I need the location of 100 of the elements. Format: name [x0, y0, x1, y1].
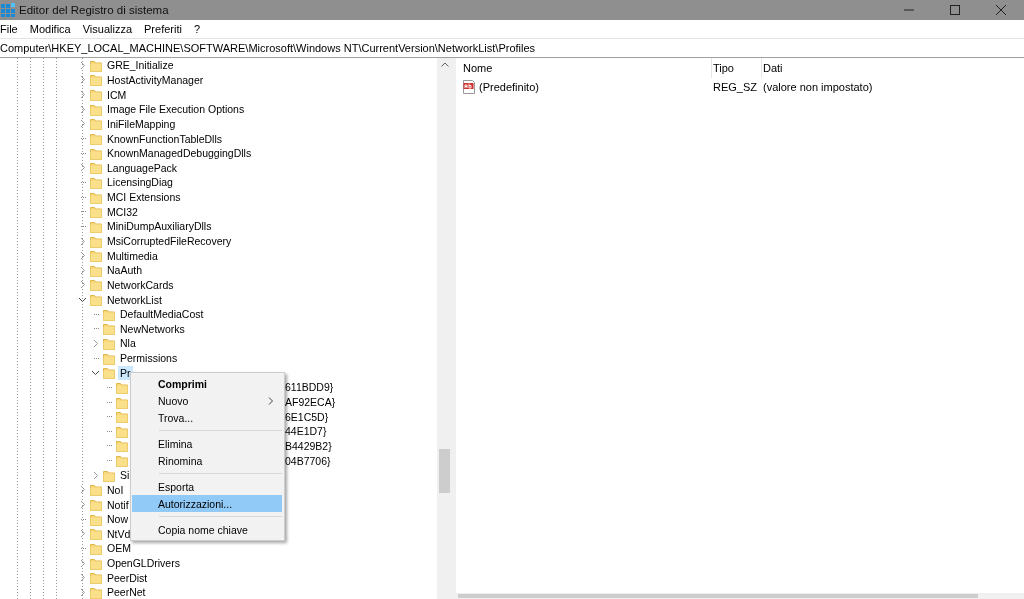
tree-item[interactable]: 611BDD9}	[283, 380, 336, 395]
folder-icon	[103, 337, 115, 350]
address-field[interactable]: Computer\HKEY_LOCAL_MACHINE\SOFTWARE\Microsoft\Windows NT\CurrentVersion\NetworkList\Profiles	[0, 39, 1024, 57]
tree-item[interactable]: Notif	[105, 497, 131, 512]
folder-icon	[90, 527, 102, 541]
folder-icon	[90, 249, 102, 263]
maximize-icon[interactable]	[950, 5, 960, 15]
folder-icon	[103, 366, 115, 380]
tree-item[interactable]: Nla	[118, 336, 138, 351]
menu-item[interactable]: Nuovo	[132, 392, 282, 409]
scroll-up-icon	[440, 62, 449, 68]
tree-item[interactable]: LanguagePack	[105, 160, 180, 175]
folder-icon	[90, 234, 102, 248]
scrollbar-thumb[interactable]	[439, 449, 450, 493]
tree-item[interactable]: Pr	[118, 365, 133, 380]
tree-item[interactable]: NtVd	[105, 526, 133, 541]
menu-item[interactable]: Esporta	[132, 478, 282, 495]
tree-item[interactable]: Now	[105, 512, 130, 527]
folder-icon	[90, 263, 102, 277]
string-value-icon	[462, 79, 476, 94]
folder-icon	[116, 424, 128, 438]
tree-item[interactable]: Image File Execution Options	[105, 102, 247, 117]
value-data: (valore non impostato)	[762, 80, 874, 93]
folder-icon	[90, 102, 102, 116]
tree-item[interactable]: DefaultMediaCost	[118, 307, 206, 322]
folder-icon	[116, 380, 128, 394]
folder-icon	[90, 161, 102, 175]
scrollbar[interactable]	[456, 593, 1024, 599]
tree-item[interactable]: MCI Extensions	[105, 190, 183, 205]
folder-icon	[90, 132, 102, 145]
tree-item[interactable]: PeerNet	[105, 585, 148, 599]
folder-icon	[116, 439, 128, 453]
folder-icon	[90, 498, 102, 512]
tree-item[interactable]: MCI32	[105, 204, 140, 219]
tree-item[interactable]: HostActivityManager	[105, 72, 206, 87]
column-header[interactable]: Tipo	[712, 58, 762, 78]
tree-item[interactable]: Permissions	[118, 351, 180, 366]
tree-item[interactable]: OEM	[105, 541, 133, 556]
tree-item[interactable]: 04B7706}	[283, 453, 333, 468]
folder-icon	[103, 468, 115, 482]
folder-icon	[103, 307, 115, 321]
tree-item[interactable]: MiniDumpAuxiliaryDlls	[105, 219, 214, 234]
value-name: (Predefinito)	[479, 80, 539, 93]
folder-icon	[90, 58, 102, 72]
folder-icon	[90, 278, 102, 292]
tree-item[interactable]: MsiCorruptedFileRecovery	[105, 234, 234, 248]
folder-icon	[90, 483, 102, 497]
scrollbar[interactable]	[437, 58, 452, 599]
column-header[interactable]: Nome	[462, 58, 712, 78]
tree-item[interactable]: NetworkList	[105, 292, 164, 307]
tree-item[interactable]: LicensingDiag	[105, 175, 175, 190]
menu-item[interactable]: Visualizza	[82, 23, 139, 35]
window-title: Editor del Registro di sistema	[19, 4, 169, 16]
column-header[interactable]: Dati	[762, 58, 1024, 78]
tree-item[interactable]: KnownFunctionTableDlls	[105, 131, 224, 146]
folder-icon	[90, 512, 102, 526]
tree-item[interactable]: PeerDist	[105, 570, 150, 585]
tree-item[interactable]: IniFileMapping	[105, 116, 178, 131]
tree-item[interactable]: Si	[118, 468, 132, 483]
folder-icon	[90, 175, 102, 189]
folder-icon	[90, 585, 102, 599]
menu-item[interactable]: Preferiti	[144, 23, 188, 35]
folder-icon	[116, 410, 128, 424]
tree-item[interactable]: NaAuth	[105, 263, 145, 278]
folder-icon	[90, 219, 102, 233]
tree-item[interactable]: ICM	[105, 87, 129, 102]
folder-icon	[116, 395, 128, 409]
menu-item[interactable]: Rinomina	[132, 452, 282, 469]
tree-item[interactable]: KnownManagedDebuggingDlls	[105, 146, 254, 161]
folder-icon	[103, 322, 115, 336]
folder-icon	[90, 293, 102, 307]
tree-item[interactable]: NetworkCards	[105, 277, 176, 292]
menu-item[interactable]: Modifica	[29, 23, 77, 35]
tree-item[interactable]: OpenGLDrivers	[105, 556, 182, 571]
menu-item[interactable]: Comprimi	[132, 375, 282, 392]
registry-icon	[1, 3, 15, 17]
folder-icon	[90, 541, 102, 555]
folder-icon	[90, 205, 102, 219]
menu-item[interactable]: ?	[193, 23, 207, 35]
menu-item[interactable]: Trova...	[132, 409, 282, 426]
tree-item[interactable]: NoI	[105, 482, 126, 497]
tree-item[interactable]: AF92ECA}	[283, 395, 338, 410]
tree-item[interactable]: 44E1D7}	[283, 424, 329, 439]
scrollbar-thumb[interactable]	[458, 594, 978, 598]
menu-item[interactable]: Elimina	[132, 435, 282, 452]
tree-item[interactable]: B4429B2}	[283, 438, 334, 453]
folder-icon	[116, 454, 128, 468]
menu-item[interactable]: Copia nome chiave	[132, 521, 282, 538]
tree-item[interactable]: 6E1C5D}	[283, 409, 331, 424]
tree-item[interactable]: NewNetworks	[118, 321, 187, 336]
close-icon[interactable]	[996, 5, 1006, 15]
menu-item[interactable]: File	[0, 23, 24, 35]
folder-icon	[90, 571, 102, 585]
folder-icon	[90, 88, 102, 102]
value-type: REG_SZ	[712, 80, 758, 93]
menu-item[interactable]: Autorizzazioni...	[132, 495, 282, 512]
folder-icon	[90, 73, 102, 87]
tree-item[interactable]: Multimedia	[105, 248, 160, 263]
folder-icon	[90, 190, 102, 204]
tree-item[interactable]: GRE_Initialize	[105, 58, 176, 73]
